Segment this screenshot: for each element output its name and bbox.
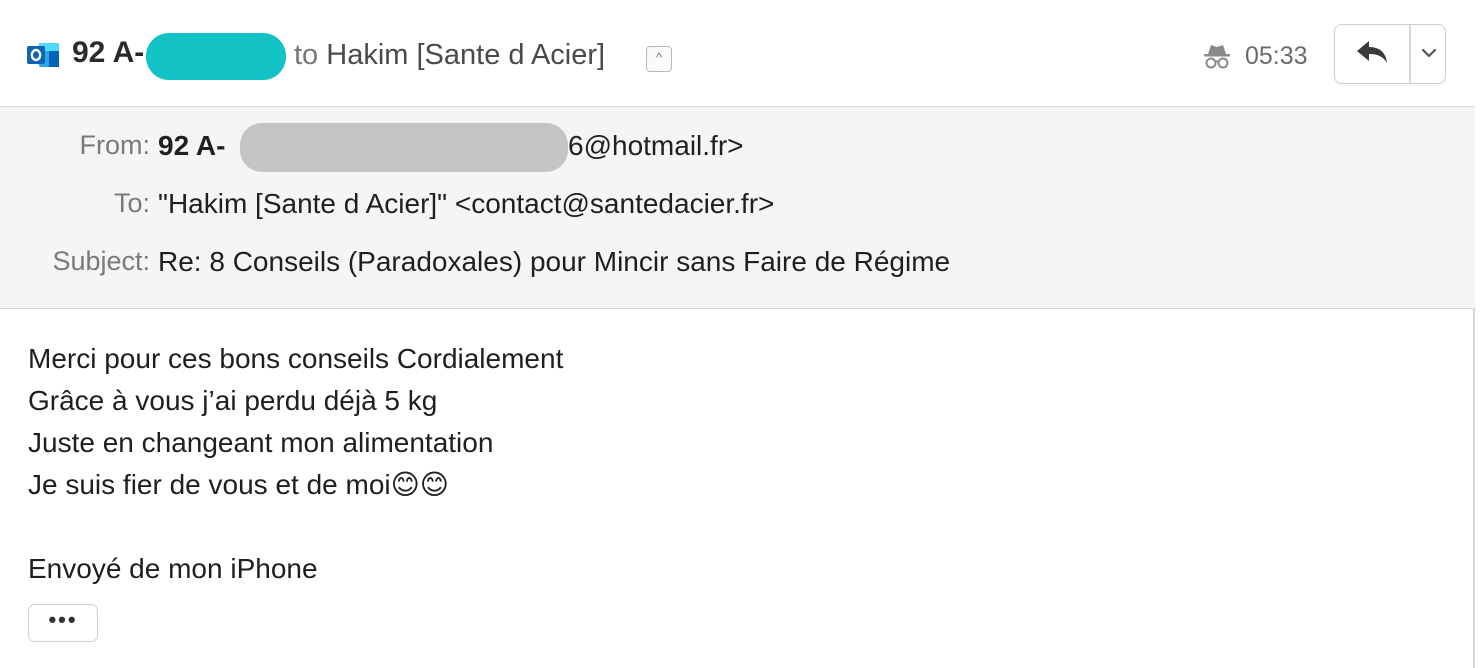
incognito-icon: [1202, 42, 1232, 70]
subject-row: Subject: Re: 8 Conseils (Paradoxales) po…: [0, 246, 1475, 286]
to-prefix: to: [294, 39, 319, 71]
subject-value: Re: 8 Conseils (Paradoxales) pour Mincir…: [158, 246, 951, 277]
email-header-bar: 92 A- to Hakim [Sante d Acier] ^ 05:33: [0, 0, 1475, 107]
redaction-mark: [240, 123, 568, 172]
to-value[interactable]: "Hakim [Sante d Acier]" <contact@santeda…: [158, 188, 774, 220]
to-label: To:: [113, 188, 150, 218]
show-quoted-text-button[interactable]: •••: [28, 604, 98, 642]
email-view: 92 A- to Hakim [Sante d Acier] ^ 05:33 F…: [0, 0, 1475, 668]
message-line: Juste en changeant mon alimentation: [28, 427, 494, 458]
reply-icon: [1355, 39, 1389, 70]
message-details-panel: From: 92 A- 6@hotmail.fr> To: "Hakim [Sa…: [0, 107, 1475, 309]
collapse-header-button[interactable]: ^: [646, 46, 672, 72]
sender-name[interactable]: 92 A-: [72, 36, 144, 70]
message-line: Merci pour ces bons conseils Cordialemen…: [28, 343, 564, 374]
from-value[interactable]: 92 A-: [158, 130, 225, 162]
message-line: Je suis fier de vous et de moi😊😊: [28, 469, 449, 500]
redaction-mark: [146, 33, 286, 80]
to-row: To: "Hakim [Sante d Acier]" <contact@san…: [0, 188, 1475, 228]
received-time: 05:33: [1245, 42, 1308, 70]
subject-label: Subject:: [52, 246, 150, 276]
from-row: From: 92 A- 6@hotmail.fr>: [0, 130, 1475, 170]
reply-options-button[interactable]: [1411, 25, 1445, 83]
from-name: 92 A-: [158, 130, 226, 161]
reply-button[interactable]: [1335, 25, 1409, 83]
outlook-icon: [27, 40, 61, 70]
from-label: From:: [79, 130, 151, 160]
recipient-line: to Hakim [Sante d Acier]: [294, 39, 605, 72]
message-signature: Envoyé de mon iPhone: [28, 553, 318, 584]
chevron-down-icon: [1421, 45, 1437, 63]
reply-button-group: [1334, 24, 1446, 84]
message-line: Grâce à vous j’ai perdu déjà 5 kg: [28, 385, 438, 416]
from-email[interactable]: 6@hotmail.fr>: [568, 130, 744, 162]
message-body: Merci pour ces bons conseils Cordialemen…: [28, 338, 563, 506]
recipient-name[interactable]: Hakim [Sante d Acier]: [326, 39, 605, 71]
